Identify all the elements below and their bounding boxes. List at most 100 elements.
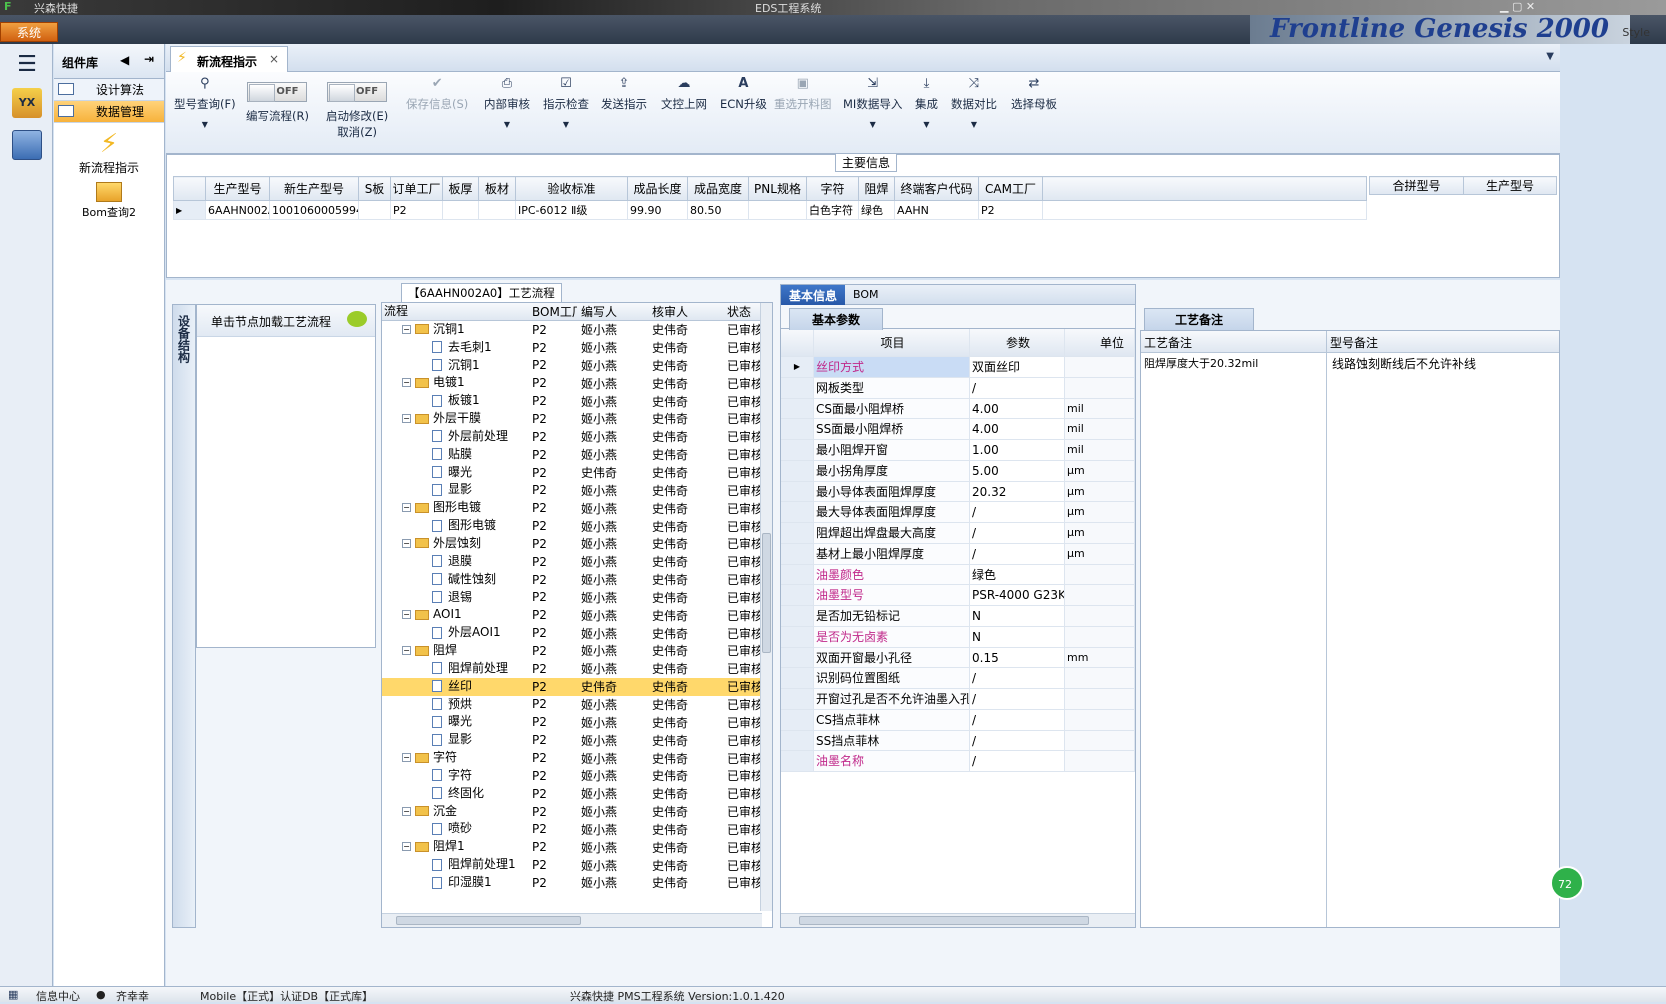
collapse-icon[interactable]: − xyxy=(402,538,411,548)
param-item-cell[interactable]: 开窗过孔是否不允许油墨入孔 xyxy=(814,689,970,709)
row-selector-icon[interactable]: ▶ xyxy=(781,357,814,377)
scrollbar-thumb[interactable] xyxy=(762,533,771,653)
param-row[interactable]: 最大导体表面阻焊厚度 / μm xyxy=(781,502,1135,523)
tab-process-remarks[interactable]: 工艺备注 xyxy=(1144,308,1255,331)
param-row[interactable]: 最小拐角厚度 5.00 μm xyxy=(781,460,1135,482)
process-row[interactable]: 阻焊前处理1 P2 姬小燕 史伟奇 已审核 xyxy=(382,856,772,874)
process-row[interactable]: − 阻焊 P2 姬小燕 史伟奇 已审核 xyxy=(382,642,772,660)
param-item-cell[interactable]: 最大导体表面阻焊厚度 xyxy=(814,502,970,522)
param-row[interactable]: 油墨颜色 绿色 xyxy=(781,564,1135,586)
param-item-cell[interactable]: 阻焊超出焊盘最大高度 xyxy=(814,523,970,543)
process-name-cell[interactable]: 外层前处理 xyxy=(382,428,528,446)
cell-acceptance-standard[interactable]: IPC-6012 Ⅱ级 xyxy=(515,200,628,220)
process-name-cell[interactable]: 退锡 xyxy=(382,589,528,607)
column-header[interactable]: 项目 xyxy=(814,329,970,356)
row-selector-icon[interactable] xyxy=(781,626,814,647)
row-selector-icon[interactable] xyxy=(781,689,814,709)
reselect-cutting-image-button[interactable]: ▣ 重选开料图 xyxy=(774,76,832,112)
column-header[interactable]: 生产型号 xyxy=(1463,176,1557,195)
param-row[interactable]: SS面最小阻焊桥 4.00 mil xyxy=(781,419,1135,440)
column-header[interactable]: 单位 xyxy=(1065,329,1135,356)
process-name-cell[interactable]: 印湿膜1 xyxy=(382,874,528,892)
param-row[interactable]: CS挡点菲林 / xyxy=(781,709,1135,731)
param-row[interactable]: 是否为无卤素 N xyxy=(781,626,1135,648)
cell-order-factory[interactable]: P2 xyxy=(390,200,443,220)
row-selector-icon[interactable] xyxy=(781,709,814,730)
column-header[interactable]: 新生产型号 xyxy=(269,176,359,201)
process-row[interactable]: 预烘 P2 姬小燕 史伟奇 已审核 xyxy=(382,696,772,714)
column-header[interactable]: 成品长度 xyxy=(627,176,688,201)
param-row[interactable]: 基材上最小阻焊厚度 / μm xyxy=(781,543,1135,565)
process-name-cell[interactable]: 图形电镀 xyxy=(382,517,528,535)
row-selector-icon[interactable] xyxy=(781,606,814,626)
process-row[interactable]: 阻焊前处理 P2 姬小燕 史伟奇 已审核 xyxy=(382,660,772,678)
param-item-cell[interactable]: 油墨颜色 xyxy=(814,564,970,585)
param-value-cell[interactable]: / xyxy=(970,377,1065,398)
grid-icon[interactable]: ▦ xyxy=(8,988,18,1001)
process-name-cell[interactable]: 丝印 xyxy=(382,678,528,696)
internal-review-button[interactable]: ⎙ 内部审核 ▼ xyxy=(484,76,530,129)
param-row[interactable]: 最小导体表面阻焊厚度 20.32 μm xyxy=(781,481,1135,503)
process-row[interactable]: 贴膜 P2 姬小燕 史伟奇 已审核 xyxy=(382,446,772,464)
process-name-cell[interactable]: 去毛刺1 xyxy=(382,339,528,357)
column-header[interactable]: 型号备注 xyxy=(1327,331,1381,352)
collapse-icon[interactable]: − xyxy=(402,610,411,620)
column-header[interactable]: 编写人 xyxy=(577,303,648,320)
param-item-cell[interactable]: 网板类型 xyxy=(814,377,970,398)
param-value-cell[interactable]: / xyxy=(970,709,1065,730)
param-value-cell[interactable]: 绿色 xyxy=(970,564,1065,585)
hamburger-menu-icon[interactable]: ☰ xyxy=(12,50,42,80)
process-row[interactable]: 板镀1 P2 姬小燕 史伟奇 已审核 xyxy=(382,392,772,410)
param-value-cell[interactable]: 5.00 xyxy=(970,460,1065,481)
process-row[interactable]: 丝印 P2 史伟奇 史伟奇 已审核 xyxy=(382,677,772,696)
column-header[interactable]: 生产型号 xyxy=(205,176,270,201)
process-name-cell[interactable]: 阻焊前处理1 xyxy=(382,856,528,874)
process-name-cell[interactable]: 显影 xyxy=(382,731,528,749)
process-row[interactable]: − 图形电镀 P2 姬小燕 史伟奇 已审核 xyxy=(382,499,772,517)
column-header[interactable]: 板厚 xyxy=(442,176,479,201)
calculator-icon[interactable] xyxy=(12,130,42,160)
process-row[interactable]: 外层AOI1 P2 姬小燕 史伟奇 已审核 xyxy=(382,624,772,642)
process-name-cell[interactable]: 字符 xyxy=(382,767,528,785)
column-header[interactable]: 订单工厂 xyxy=(390,176,443,201)
factory-icon[interactable]: YX xyxy=(12,88,42,118)
scrollbar-thumb[interactable] xyxy=(799,916,1089,925)
cell-finished-length[interactable]: 99.90 xyxy=(627,200,688,220)
param-item-cell[interactable]: 基材上最小阻焊厚度 xyxy=(814,543,970,564)
collapse-icon[interactable]: − xyxy=(402,842,411,852)
param-item-cell[interactable]: 丝印方式 xyxy=(814,357,970,377)
process-row[interactable]: 去毛刺1 P2 姬小燕 史伟奇 已审核 xyxy=(382,339,772,357)
model-query-button[interactable]: ⚲ 型号查询(F) ▼ xyxy=(174,76,236,129)
process-name-cell[interactable]: 板镀1 xyxy=(382,392,528,410)
column-header[interactable]: 成品宽度 xyxy=(687,176,749,201)
integrate-button[interactable]: ⤓ 集成 ▼ xyxy=(915,76,938,129)
collapse-icon[interactable]: − xyxy=(402,753,411,763)
column-header[interactable]: 板材 xyxy=(478,176,516,201)
process-name-cell[interactable]: 显影 xyxy=(382,481,528,499)
param-row[interactable]: 网板类型 / xyxy=(781,377,1135,399)
param-value-cell[interactable]: 1.00 xyxy=(970,440,1065,460)
process-row[interactable]: 终固化 P2 姬小燕 史伟奇 已审核 xyxy=(382,785,772,803)
process-row[interactable]: 碱性蚀刻 P2 姬小燕 史伟奇 已审核 xyxy=(382,571,772,589)
row-selector-icon[interactable] xyxy=(781,668,814,688)
process-name-cell[interactable]: 外层AOI1 xyxy=(382,624,528,642)
param-row[interactable]: 阻焊超出焊盘最大高度 / μm xyxy=(781,523,1135,544)
column-header[interactable]: 合拼型号 xyxy=(1369,176,1464,195)
process-name-cell[interactable]: 贴膜 xyxy=(382,446,528,464)
process-name-cell[interactable]: − 图形电镀 xyxy=(382,499,528,517)
param-item-cell[interactable]: SS面最小阻焊桥 xyxy=(814,419,970,439)
cell-end-customer-code[interactable]: AAHN xyxy=(894,200,979,220)
tab-new-process[interactable]: ⚡ 新流程指示 × xyxy=(170,46,288,73)
column-header[interactable]: 核审人 xyxy=(648,303,725,320)
cell-cam-factory[interactable]: P2 xyxy=(978,200,1043,220)
param-row[interactable]: 是否加无铅标记 N xyxy=(781,606,1135,627)
send-instruction-button[interactable]: ⇪ 发送指示 xyxy=(601,76,647,112)
process-name-cell[interactable]: 退膜 xyxy=(382,553,528,571)
column-header[interactable]: 阻焊 xyxy=(858,176,895,201)
tab-list-dropdown-icon[interactable]: ▼ xyxy=(1546,51,1554,62)
process-name-cell[interactable]: 曝光 xyxy=(382,713,528,731)
param-item-cell[interactable]: CS挡点菲林 xyxy=(814,709,970,730)
toggle-switch[interactable]: OFF xyxy=(247,82,308,102)
process-row[interactable]: 曝光 P2 史伟奇 史伟奇 已审核 xyxy=(382,464,772,482)
mi-data-import-button[interactable]: ⇲ MI数据导入 ▼ xyxy=(843,76,902,129)
